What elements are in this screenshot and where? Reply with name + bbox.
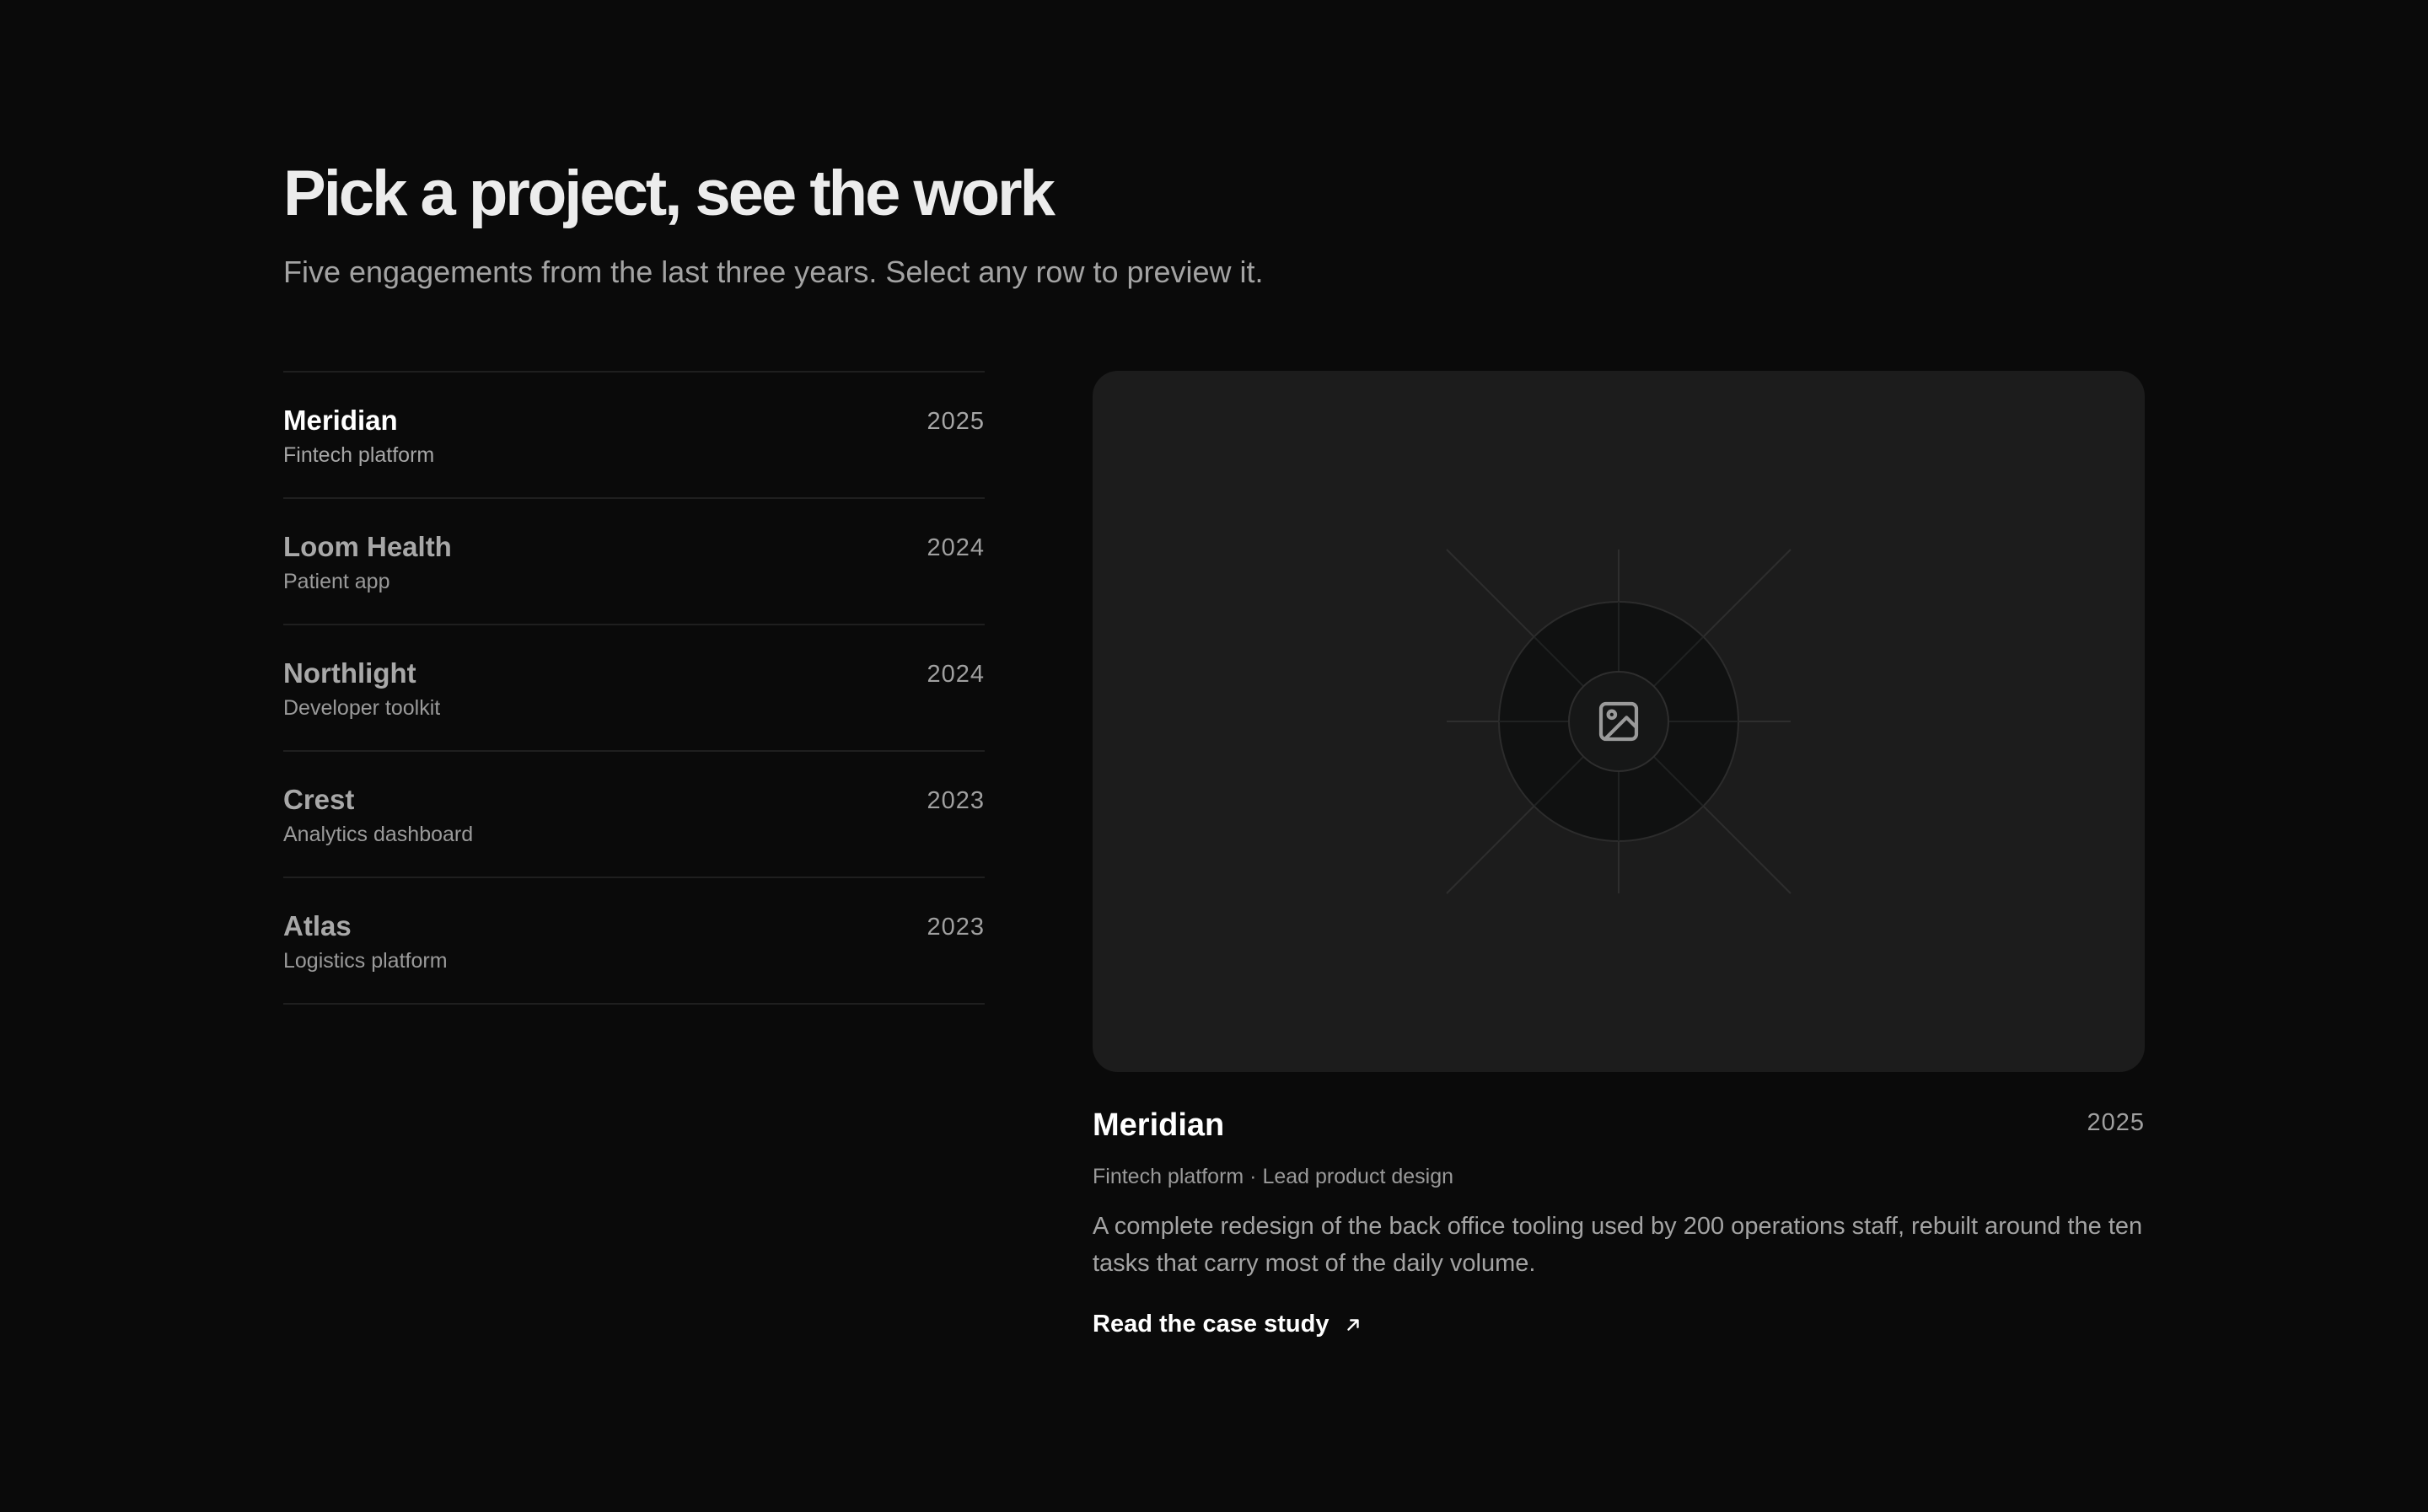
cta-label: Read the case study [1093, 1311, 1329, 1338]
project-name: Meridian [283, 405, 398, 436]
project-year: 2023 [927, 914, 985, 941]
project-category: Patient app [283, 570, 390, 593]
project-category: Analytics dashboard [283, 823, 474, 846]
page-subtitle: Five engagements from the last three yea… [283, 255, 1264, 289]
project-year: 2024 [927, 534, 985, 561]
project-name: Crest [283, 784, 355, 815]
project-category: Developer toolkit [283, 696, 441, 720]
project-year: 2023 [927, 787, 985, 814]
project-name: Atlas [283, 910, 352, 941]
preview-description: A complete redesign of the back office t… [1093, 1213, 2143, 1277]
page: Pick a project, see the work Five engage… [283, 152, 2145, 1338]
project-row-loom-health[interactable]: Loom Health Patient app 2024 [283, 499, 985, 625]
project-row-crest[interactable]: Crest Analytics dashboard 2023 [283, 752, 985, 878]
project-year: 2024 [927, 661, 985, 688]
project-row-meridian[interactable]: Meridian Fintech platform 2025 [283, 373, 985, 499]
project-name: Loom Health [283, 531, 452, 562]
image-placeholder-icon [1598, 701, 1639, 742]
read-case-study-link[interactable]: Read the case study [1093, 1311, 1362, 1338]
arrow-up-right-icon [1347, 1318, 1360, 1331]
preview-image-placeholder [1093, 371, 2145, 1072]
project-row-atlas[interactable]: Atlas Logistics platform 2023 [283, 878, 985, 1005]
preview-title: Meridian [1093, 1107, 1225, 1143]
project-category: Fintech platform [283, 443, 435, 467]
page-title: Pick a project, see the work [283, 158, 1056, 229]
project-name: Northlight [283, 657, 416, 689]
project-year: 2025 [927, 408, 985, 435]
project-list: Meridian Fintech platform 2025 Loom Heal… [283, 371, 985, 1005]
project-row-northlight[interactable]: Northlight Developer toolkit 2024 [283, 625, 985, 752]
preview-year: 2025 [2087, 1109, 2145, 1136]
preview-header: Meridian 2025 [1093, 1107, 2145, 1158]
preview-meta: Fintech platform · Lead product design [1093, 1165, 1454, 1188]
project-category: Logistics platform [283, 949, 448, 973]
project-preview: Meridian 2025 Fintech platform · Lead pr… [1093, 371, 2145, 1338]
